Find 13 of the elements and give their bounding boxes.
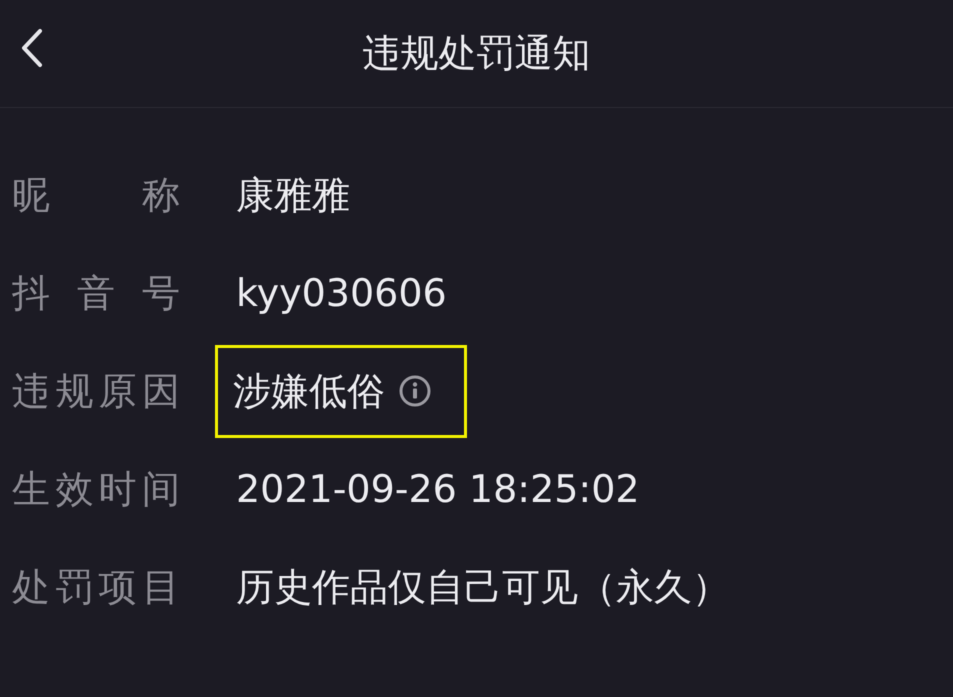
- field-value: kyy030606: [236, 271, 447, 315]
- page-title: 违规处罚通知: [362, 30, 590, 77]
- field-label: 昵称: [12, 172, 180, 218]
- field-label: 生效时间: [12, 466, 180, 512]
- field-value: 历史作品仅自己可见（永久）: [236, 564, 730, 610]
- field-value: 康雅雅: [236, 172, 350, 218]
- info-icon[interactable]: [399, 375, 431, 407]
- field-label: 抖音号: [12, 270, 180, 316]
- back-icon[interactable]: [20, 28, 44, 68]
- field-value: 涉嫌低俗: [233, 368, 385, 414]
- field-value: 2021-09-26 18:25:02: [236, 467, 640, 511]
- field-label: 处罚项目: [12, 564, 180, 610]
- field-label: 违规原因: [12, 368, 180, 414]
